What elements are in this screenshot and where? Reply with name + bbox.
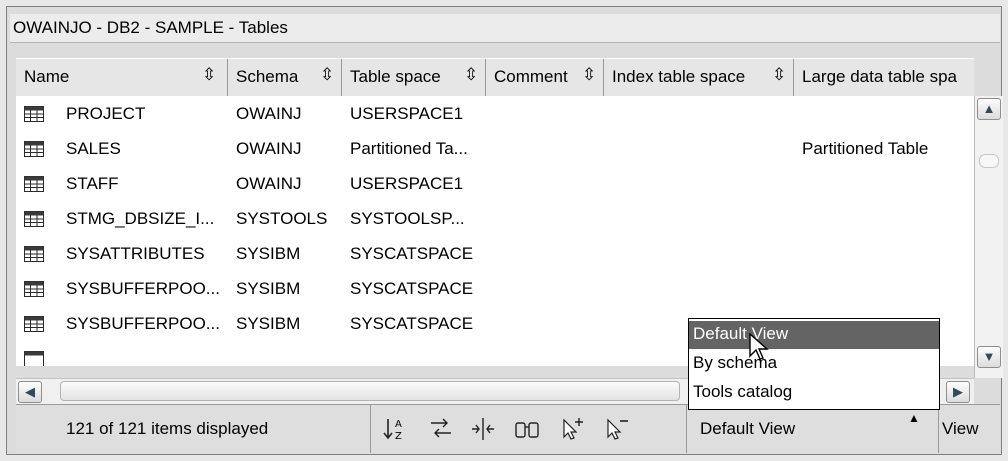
table-icon [24, 141, 44, 157]
column-header-large-data-table-space[interactable]: Large data table spa [794, 59, 974, 97]
cell-schema: OWAINJ [236, 104, 302, 123]
cell-tablespace: SYSTOOLSP... [350, 209, 465, 228]
table-row[interactable]: STMG_DBSIZE_I... SYSTOOLS SYSTOOLSP... [16, 203, 974, 237]
column-header-label: Large data table spa [802, 67, 958, 86]
sort-arrows-icon[interactable]: ⇳ [464, 65, 478, 85]
table-icon [24, 281, 44, 297]
view-option-tools-catalog[interactable]: Tools catalog [689, 379, 939, 407]
window-title: OWAINJO - DB2 - SAMPLE - Tables [13, 18, 288, 37]
table-icon [24, 246, 44, 262]
view-selector-value: Default View [700, 419, 796, 438]
column-header-label: Index table space [612, 67, 746, 86]
mouse-pointer-icon [749, 332, 769, 360]
cell-name: PROJECT [66, 104, 146, 123]
window-title-bar: OWAINJO - DB2 - SAMPLE - Tables [10, 14, 1000, 43]
find-binoculars-icon[interactable] [512, 415, 542, 443]
view-button[interactable]: View [942, 419, 979, 439]
table-header: Name ⇳ Schema ⇳ Table space ⇳ Comment ⇳ … [16, 58, 974, 98]
vertical-scrollbar[interactable]: ▲ ▼ [974, 96, 1003, 378]
customize-columns-icon[interactable] [468, 415, 498, 443]
sort-icon[interactable]: AZ [382, 415, 412, 443]
table-row[interactable]: PROJECT OWAINJ USERSPACE1 [16, 98, 974, 132]
divider [938, 405, 939, 453]
cell-schema: SYSIBM [236, 314, 301, 333]
select-all-icon[interactable] [558, 415, 588, 443]
svg-text:A: A [395, 419, 402, 430]
cell-name: SYSATTRIBUTES [66, 244, 205, 263]
filter-icon[interactable] [426, 415, 456, 443]
scroll-thumb[interactable] [60, 381, 680, 401]
column-header-label: Table space [350, 67, 441, 86]
status-bar: 121 of 121 items displayed AZ Default Vi… [16, 404, 1000, 453]
cell-name: SALES [66, 139, 121, 158]
cell-tablespace: SYSCATSPACE [350, 279, 474, 298]
table-icon [24, 316, 44, 332]
cell-tablespace: SYSCATSPACE [350, 314, 474, 333]
column-header-schema[interactable]: Schema ⇳ [228, 59, 342, 97]
divider [370, 405, 371, 453]
scroll-left-button[interactable]: ◀ [18, 381, 42, 403]
svg-text:Z: Z [395, 431, 402, 442]
view-option-by-schema[interactable]: By schema [689, 350, 939, 378]
cell-name: SYSBUFFERPOO... [66, 279, 220, 298]
cell-name: SYSBUFFERPOO... [66, 314, 220, 333]
view-dropdown-menu: Default View By schema Tools catalog [688, 318, 940, 410]
cell-schema: SYSIBM [236, 279, 301, 298]
scroll-up-button[interactable]: ▲ [977, 98, 1001, 120]
table-icon [24, 176, 44, 192]
column-header-comment[interactable]: Comment ⇳ [486, 59, 604, 97]
cell-tablespace: USERSPACE1 [350, 104, 464, 123]
view-option-default-view[interactable]: Default View [689, 321, 939, 349]
column-header-label: Name [24, 67, 70, 86]
sort-arrows-icon[interactable]: ⇳ [202, 65, 216, 85]
column-header-index-table-space[interactable]: Index table space ⇳ [604, 59, 794, 97]
sort-arrows-icon[interactable]: ⇳ [772, 65, 786, 85]
column-header-table-space[interactable]: Table space ⇳ [342, 59, 486, 97]
table-icon [24, 106, 44, 122]
cell-schema: OWAINJ [236, 174, 302, 193]
cell-name: STMG_DBSIZE_I... [66, 209, 215, 228]
column-header-label: Schema [236, 67, 299, 86]
cell-schema: OWAINJ [236, 139, 302, 158]
table-row[interactable]: STAFF OWAINJ USERSPACE1 [16, 168, 974, 202]
table-row[interactable]: SALES OWAINJ Partitioned Ta... Partitioned … [16, 133, 974, 167]
sort-arrows-icon[interactable]: ⇳ [582, 65, 596, 85]
caret-up-icon[interactable]: ▲ [908, 411, 920, 425]
scroll-right-button[interactable]: ▶ [946, 381, 970, 403]
table-icon [24, 351, 44, 366]
cell-tablespace: SYSCATSPACE [350, 244, 474, 263]
table-row[interactable]: SYSBUFFERPOO... SYSIBM SYSCATSPACE [16, 273, 974, 307]
scroll-thumb[interactable] [979, 154, 999, 168]
items-displayed-count: 121 of 121 items displayed [66, 419, 269, 438]
column-header-name[interactable]: Name ⇳ [16, 59, 228, 97]
divider [686, 405, 687, 453]
table-icon [24, 211, 44, 227]
cell-tablespace: USERSPACE1 [350, 174, 464, 193]
column-header-label: Comment [494, 67, 568, 86]
cell-large-ts: Partitioned Table [802, 139, 929, 158]
cell-schema: SYSTOOLS [236, 209, 328, 228]
cell-schema: SYSIBM [236, 244, 301, 263]
table-row[interactable]: SYSATTRIBUTES SYSIBM SYSCATSPACE [16, 238, 974, 272]
deselect-all-icon[interactable] [602, 415, 632, 443]
scroll-down-button[interactable]: ▼ [977, 346, 1001, 368]
sort-arrows-icon[interactable]: ⇳ [320, 65, 334, 85]
cell-name: STAFF [66, 174, 119, 193]
cell-tablespace: Partitioned Ta... [350, 139, 468, 158]
view-selector[interactable]: Default View ▲ [690, 405, 928, 453]
